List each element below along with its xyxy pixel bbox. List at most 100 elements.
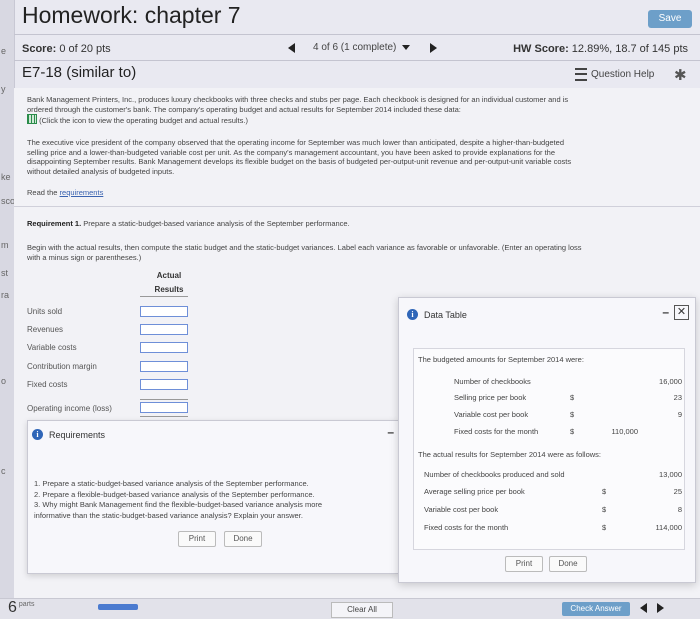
data-table-title: Data Table: [424, 309, 467, 320]
budgeted-label: Selling price per book: [454, 393, 527, 402]
parts-label: parts: [18, 601, 35, 608]
requirement-1-text: Prepare a static-budget-based variance a…: [83, 219, 350, 228]
dollar-sign: $: [602, 487, 607, 496]
row-contribution-margin: Contribution margin: [27, 362, 97, 371]
strip-letter: c: [1, 466, 6, 476]
hw-score: HW Score: 12.89%, 18.7 of 145 pts: [513, 43, 688, 55]
data-table-icon[interactable]: [27, 114, 37, 124]
problem-id: E7-18 (similar to): [22, 64, 137, 81]
actual-operating-income-input[interactable]: [140, 402, 188, 413]
left-sidebar-strip: e y ke sco m st ra o c: [0, 0, 15, 618]
budgeted-label: Number of checkbooks: [454, 377, 531, 386]
column-header-underline: [140, 296, 188, 297]
requirement-item: 1. Prepare a static-budget-based varianc…: [34, 479, 309, 488]
data-table-done-button[interactable]: Done: [549, 556, 587, 572]
budgeted-value: 9: [677, 410, 682, 419]
next-icon[interactable]: [657, 603, 664, 613]
actual-heading: The actual results for September 2014 we…: [418, 450, 602, 459]
instruction-line: with a minus sign or parentheses.): [27, 252, 142, 262]
budgeted-value: 16,000: [659, 377, 682, 386]
question-position[interactable]: 4 of 6 (1 complete): [313, 42, 396, 53]
next-question-icon[interactable]: [430, 42, 438, 53]
requirements-link[interactable]: requirements: [60, 188, 104, 197]
intro-line: ordered through the customer's bank. The…: [27, 104, 461, 114]
budgeted-value: 110,000: [611, 427, 638, 436]
actual-value: 25: [673, 487, 682, 496]
row-operating-income: Operating income (loss): [27, 404, 112, 413]
actual-revenues-input[interactable]: [140, 324, 188, 335]
budgeted-label: Variable cost per book: [454, 410, 529, 419]
column-header-line: Results: [154, 285, 184, 294]
dollar-sign: $: [570, 427, 575, 436]
actual-fixed-costs-input[interactable]: [140, 379, 188, 390]
strip-letter: y: [1, 84, 6, 94]
question-help-label: Question Help: [591, 69, 655, 80]
actual-label: Average selling price per book: [424, 487, 525, 496]
check-answer-button[interactable]: Check Answer: [562, 602, 630, 616]
requirement-1: Requirement 1. Prepare a static-budget-b…: [27, 219, 350, 229]
strip-letter: e: [1, 46, 7, 56]
list-icon: [575, 68, 587, 81]
clear-all-button[interactable]: Clear All: [331, 602, 393, 618]
info-icon: i: [407, 309, 418, 320]
actual-label: Number of checkbooks produced and sold: [424, 470, 565, 479]
row-fixed-costs: Fixed costs: [27, 380, 68, 389]
instructions: Begin with the actual results, then comp…: [27, 243, 687, 262]
row-variable-costs: Variable costs: [27, 343, 77, 352]
score-label: Score:: [22, 43, 57, 55]
budgeted-heading: The budgeted amounts for September 2014 …: [418, 355, 584, 364]
minimize-icon[interactable]: –: [387, 425, 394, 439]
data-table-header: i Data Table: [407, 309, 467, 320]
column-header-line: Actual: [156, 271, 182, 280]
gear-icon[interactable]: ✱: [674, 66, 687, 84]
requirements-panel: i Requirements – 1. Prepare a static-bud…: [27, 420, 399, 574]
actual-label: Fixed costs for the month: [424, 523, 509, 532]
budgeted-label: Fixed costs for the month: [454, 427, 539, 436]
requirement-1-title: Requirement 1.: [27, 219, 82, 228]
requirement-item: 2. Prepare a flexible-budget-based varia…: [34, 489, 315, 499]
actual-units-sold-input[interactable]: [140, 306, 188, 317]
strip-letter: ra: [1, 290, 10, 300]
row-revenues: Revenues: [27, 325, 64, 334]
actual-label: Variable cost per book: [424, 505, 499, 514]
chevron-down-icon[interactable]: [402, 45, 411, 50]
save-button[interactable]: Save: [648, 10, 692, 28]
strip-letter: m: [1, 240, 9, 250]
dollar-sign: $: [570, 410, 575, 419]
data-table-panel: i Data Table – ✕ The budgeted amounts fo…: [398, 297, 696, 583]
table-double-underline: [140, 416, 188, 417]
exec-line: without detailed analysis of budgeted in…: [27, 166, 175, 176]
exec-text: The executive vice president of the comp…: [27, 138, 687, 176]
minimize-icon[interactable]: –: [662, 305, 669, 319]
hw-score-label: HW Score:: [513, 43, 569, 55]
requirements-done-button[interactable]: Done: [224, 531, 262, 547]
read-requirements: Read the requirements: [27, 188, 103, 198]
previous-icon[interactable]: [640, 603, 647, 613]
actual-value: 8: [677, 505, 682, 514]
strip-letter: o: [1, 376, 7, 386]
dollar-sign: $: [602, 523, 607, 532]
close-icon[interactable]: ✕: [674, 305, 689, 320]
exec-line: disappointing September results. Bank Ma…: [27, 157, 572, 166]
actual-contribution-margin-input[interactable]: [140, 361, 188, 372]
intro-line: Bank Management Printers, Inc., produces…: [27, 95, 569, 104]
previous-question-icon[interactable]: [288, 42, 295, 53]
exec-line: selling price and a lower-than-budgeted …: [27, 147, 556, 157]
instruction-line: Begin with the actual results, then comp…: [27, 243, 582, 252]
dollar-sign: $: [570, 393, 575, 402]
actual-value: 114,000: [655, 523, 682, 532]
info-icon: i: [32, 429, 43, 440]
actual-value: 13,000: [659, 470, 682, 479]
actual-variable-costs-input[interactable]: [140, 342, 188, 353]
strip-letter: sco: [1, 196, 16, 206]
question-help-button[interactable]: Question Help: [575, 68, 654, 81]
header-divider: [14, 34, 700, 35]
dollar-sign: $: [602, 505, 607, 514]
score-value: 0 of 20 pts: [59, 43, 111, 55]
table-underline: [140, 399, 188, 400]
data-table-print-button[interactable]: Print: [505, 556, 543, 572]
requirements-title: Requirements: [49, 429, 106, 440]
requirements-print-button[interactable]: Print: [178, 531, 216, 547]
page-title: Homework: chapter 7: [22, 2, 241, 28]
exec-line: The executive vice president of the comp…: [27, 138, 564, 147]
